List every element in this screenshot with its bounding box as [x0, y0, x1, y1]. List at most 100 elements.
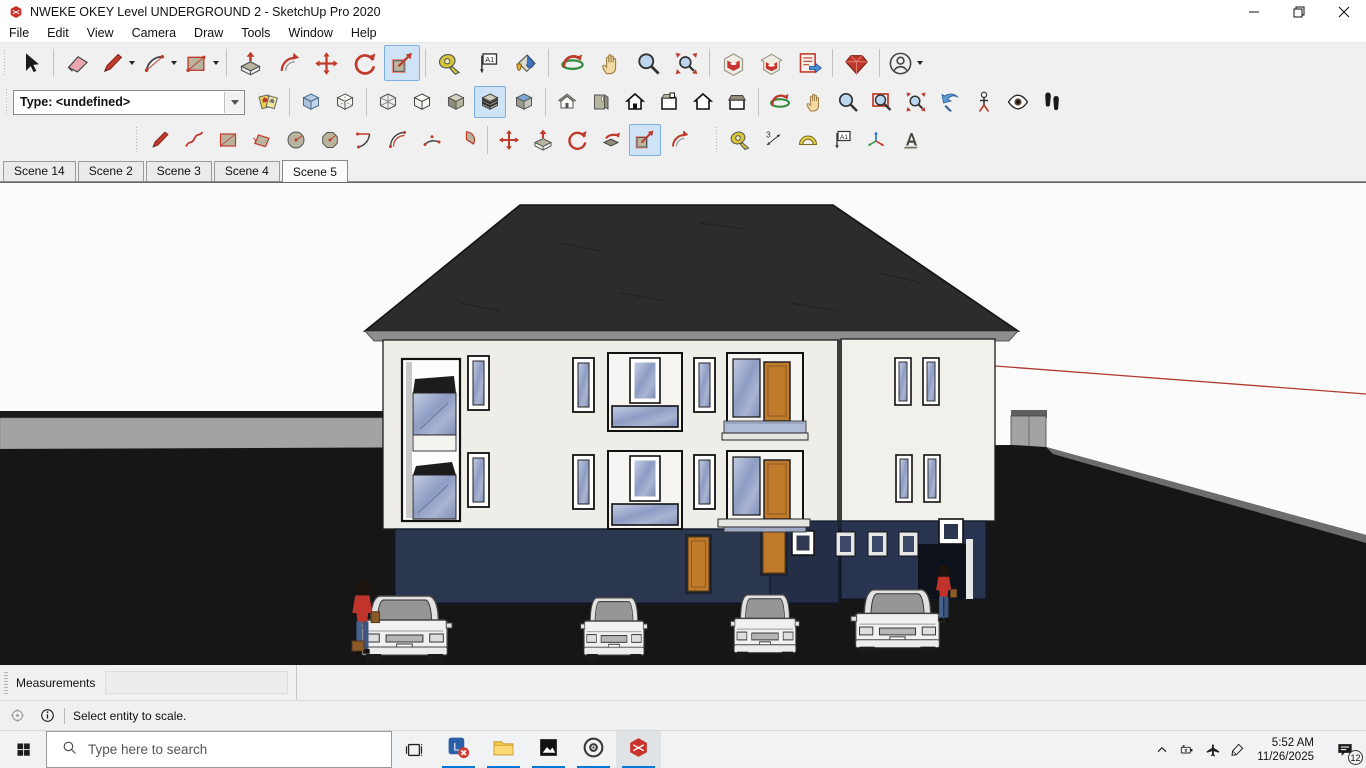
window-narrow[interactable] — [923, 358, 939, 405]
line-button[interactable] — [97, 45, 137, 81]
view-top-button[interactable] — [653, 86, 685, 118]
view-iso-button[interactable] — [551, 86, 583, 118]
sign-in-dropdown-arrow[interactable] — [917, 61, 923, 65]
menu-help[interactable]: Help — [342, 24, 386, 42]
zoom-button[interactable] — [832, 86, 864, 118]
sign-in-button[interactable] — [885, 45, 925, 81]
circle-button[interactable] — [280, 124, 312, 156]
measurements-input[interactable] — [105, 671, 288, 694]
view-back-button[interactable] — [687, 86, 719, 118]
share-model-button[interactable] — [791, 45, 827, 81]
underground-door-2[interactable] — [760, 526, 788, 576]
arc-3pt-button[interactable] — [416, 124, 448, 156]
offset-button[interactable] — [663, 124, 695, 156]
start-button[interactable] — [0, 731, 46, 768]
pie-button[interactable] — [450, 124, 482, 156]
style-textured-button[interactable] — [474, 86, 506, 118]
move-button[interactable] — [308, 45, 344, 81]
line-button[interactable] — [144, 124, 176, 156]
menu-camera[interactable]: Camera — [123, 24, 185, 42]
menu-edit[interactable]: Edit — [38, 24, 78, 42]
underground-windows-wing[interactable] — [836, 532, 918, 556]
tape-button[interactable] — [724, 124, 756, 156]
arc-fan-button[interactable] — [382, 124, 414, 156]
rotated-rect-button[interactable] — [246, 124, 278, 156]
arcs-dropdown-arrow[interactable] — [171, 61, 177, 65]
scene-tab-scene-14[interactable]: Scene 14 — [3, 161, 76, 181]
shapes-button[interactable] — [181, 45, 221, 81]
orbit-button[interactable] — [554, 45, 590, 81]
scene-tab-scene-3[interactable]: Scene 3 — [146, 161, 212, 181]
move-button[interactable] — [493, 124, 525, 156]
taskbar-app-sketchup[interactable] — [616, 731, 661, 768]
shapes-dropdown-arrow[interactable] — [213, 61, 219, 65]
tape-button[interactable] — [431, 45, 467, 81]
style-hiddenline-button[interactable] — [406, 86, 438, 118]
right-boundary-wall[interactable] — [1011, 410, 1047, 448]
pushpull-button[interactable] — [232, 45, 268, 81]
polygon-button[interactable] — [314, 124, 346, 156]
select-button[interactable] — [12, 45, 48, 81]
style-xray-button[interactable] — [295, 86, 327, 118]
arc-2pt-button[interactable] — [348, 124, 380, 156]
window-large[interactable] — [608, 451, 682, 529]
combo-dropdown-icon[interactable] — [224, 92, 244, 113]
minimize-button[interactable] — [1231, 0, 1276, 24]
action-center-button[interactable]: 12 — [1324, 731, 1366, 768]
taskbar-search-input[interactable]: Type here to search — [46, 731, 392, 768]
close-button[interactable] — [1321, 0, 1366, 24]
window-narrow[interactable] — [468, 453, 489, 507]
line-dropdown-arrow[interactable] — [129, 61, 135, 65]
model-canvas[interactable] — [0, 183, 1366, 665]
menu-file[interactable]: File — [0, 24, 38, 42]
wall-right-wing[interactable] — [841, 339, 995, 521]
tray-pen-settings[interactable] — [1224, 731, 1249, 768]
underground-window-sq-1[interactable] — [792, 531, 814, 555]
scene-tab-scene-2[interactable]: Scene 2 — [78, 161, 144, 181]
pan-button[interactable] — [798, 86, 830, 118]
previous-button[interactable] — [934, 86, 966, 118]
left-boundary-wall[interactable] — [0, 411, 390, 449]
taskbar-app-media-player[interactable] — [571, 731, 616, 768]
style-backedges-button[interactable] — [329, 86, 361, 118]
style-shaded-button[interactable] — [440, 86, 472, 118]
classifier-button[interactable] — [252, 86, 284, 118]
dimension-button[interactable]: 3 — [758, 124, 790, 156]
task-view-button[interactable] — [392, 731, 436, 768]
taskbar-app-photos[interactable] — [526, 731, 571, 768]
followme-button[interactable] — [595, 124, 627, 156]
ext-manager-button[interactable] — [838, 45, 874, 81]
look-around-button[interactable] — [1002, 86, 1034, 118]
stairwell-window[interactable] — [402, 359, 460, 521]
ext-warehouse-button[interactable] — [715, 45, 751, 81]
eraser-button[interactable] — [59, 45, 95, 81]
walk-button[interactable] — [1036, 86, 1068, 118]
restore-button[interactable] — [1276, 0, 1321, 24]
toolbar-grip[interactable] — [5, 89, 9, 115]
offset-button[interactable] — [270, 45, 306, 81]
scene-tab-scene-4[interactable]: Scene 4 — [214, 161, 280, 181]
menu-view[interactable]: View — [78, 24, 123, 42]
pushpull-button[interactable] — [527, 124, 559, 156]
scene-tab-scene-5[interactable]: Scene 5 — [282, 160, 348, 182]
zoom-extents-button[interactable] — [900, 86, 932, 118]
text-button[interactable]: A1 — [826, 124, 858, 156]
window-narrow[interactable] — [924, 455, 940, 502]
rotate-button[interactable] — [561, 124, 593, 156]
window-narrow[interactable] — [573, 358, 594, 412]
toolbar-grip[interactable] — [3, 50, 7, 76]
scale-button[interactable] — [629, 124, 661, 156]
rotate-button[interactable] — [346, 45, 382, 81]
style-wireframe-button[interactable] — [372, 86, 404, 118]
window-narrow[interactable] — [896, 455, 912, 502]
menu-draw[interactable]: Draw — [185, 24, 232, 42]
menu-tools[interactable]: Tools — [232, 24, 279, 42]
taskbar-clock[interactable]: 5:52 AM 11/26/2025 — [1249, 731, 1324, 768]
tray-hidden-icons[interactable] — [1149, 731, 1174, 768]
arcs-button[interactable] — [139, 45, 179, 81]
menu-window[interactable]: Window — [279, 24, 341, 42]
warehouse-3d-button[interactable] — [753, 45, 789, 81]
pan-button[interactable] — [592, 45, 628, 81]
window-narrow[interactable] — [694, 358, 715, 412]
window-narrow[interactable] — [895, 358, 911, 405]
